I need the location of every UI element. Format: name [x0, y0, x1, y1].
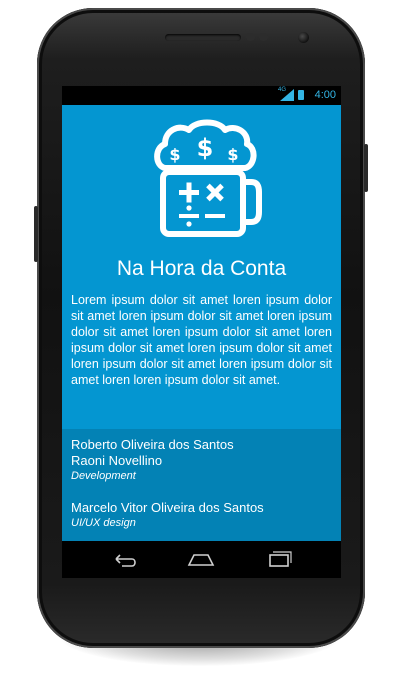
- home-icon[interactable]: [186, 549, 216, 569]
- status-time: 4:00: [314, 89, 336, 101]
- designer-name: Marcelo Vitor Oliveira dos Santos: [71, 500, 264, 515]
- signal-icon: [280, 89, 294, 101]
- developer-name: Roberto Oliveira dos Santos: [71, 437, 234, 452]
- back-icon[interactable]: [108, 549, 138, 569]
- svg-text:$: $: [227, 145, 238, 164]
- navigation-bar: [62, 541, 341, 578]
- app-title: Na Hora da Conta: [116, 257, 287, 280]
- svg-text:$: $: [197, 134, 214, 162]
- front-camera: [298, 32, 309, 43]
- volume-button: [34, 206, 38, 262]
- credits-development: Roberto Oliveira dos Santos Raoni Novell…: [71, 437, 234, 483]
- role-label: UI/UX design: [71, 517, 136, 529]
- earpiece-speaker: [165, 34, 241, 41]
- app-description: Lorem ipsum dolor sit amet loren ipsum d…: [71, 293, 332, 388]
- recent-apps-icon[interactable]: [264, 549, 294, 569]
- light-sensor: [259, 33, 268, 41]
- status-bar: 4G 4:00: [62, 86, 341, 105]
- role-label: Development: [71, 470, 136, 482]
- phone-screen: 4G 4:00 $ $ $ Na Hora da Conta Lorem ips…: [62, 86, 341, 578]
- calculator-beer-mug-icon: $ $ $: [154, 119, 262, 237]
- battery-icon: [298, 90, 304, 100]
- proximity-sensor: [246, 33, 255, 41]
- developer-name: Raoni Novellino: [71, 453, 163, 468]
- credits-design: Marcelo Vitor Oliveira dos Santos UI/UX …: [71, 500, 264, 530]
- svg-text:$: $: [169, 145, 180, 164]
- credits-panel: Roberto Oliveira dos Santos Raoni Novell…: [62, 429, 341, 541]
- power-button: [364, 144, 368, 192]
